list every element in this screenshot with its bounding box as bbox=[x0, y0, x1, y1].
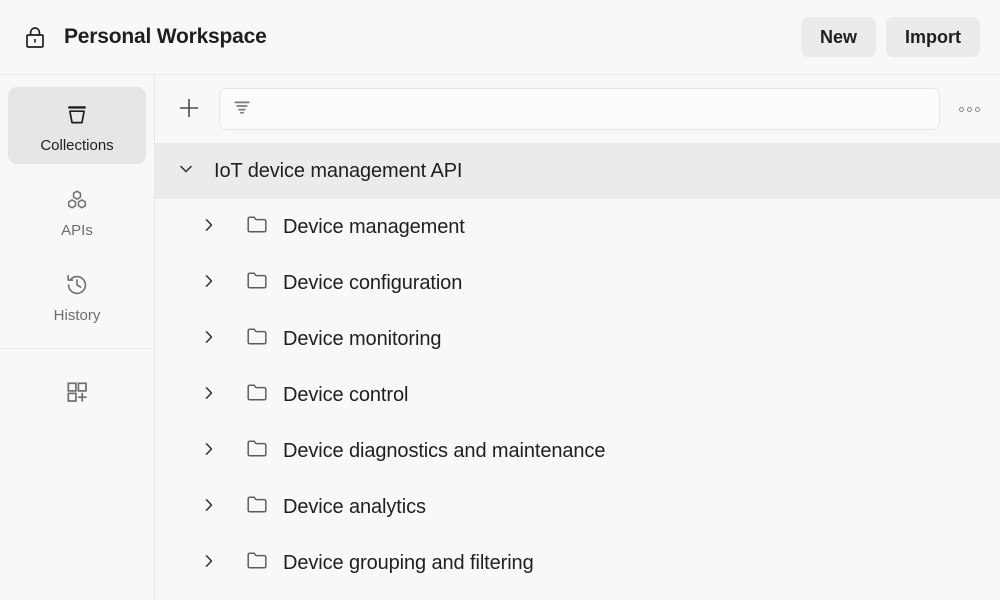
history-icon bbox=[62, 270, 92, 300]
collection-name: IoT device management API bbox=[214, 160, 462, 183]
lock-icon bbox=[22, 24, 48, 50]
chevron-right-icon[interactable] bbox=[199, 271, 219, 296]
primary-sidebar: Collections APIs bbox=[0, 75, 155, 600]
more-dot bbox=[967, 107, 972, 112]
sidebar-item-apis[interactable]: APIs bbox=[8, 172, 146, 249]
collections-panel: IoT device management API Device managem… bbox=[155, 75, 1000, 600]
folder-icon bbox=[245, 436, 270, 466]
chevron-right-icon[interactable] bbox=[199, 495, 219, 520]
workspace-header: Personal Workspace New Import bbox=[0, 0, 1000, 75]
folder-icon bbox=[245, 212, 270, 242]
sidebar-item-new-grid[interactable] bbox=[0, 349, 154, 412]
folder-row-device-management[interactable]: Device management bbox=[155, 199, 1000, 255]
new-button[interactable]: New bbox=[801, 17, 876, 57]
folder-name: Device monitoring bbox=[283, 328, 441, 351]
chevron-right-icon[interactable] bbox=[199, 383, 219, 408]
folder-icon bbox=[245, 548, 270, 578]
folder-row-device-analytics[interactable]: Device analytics bbox=[155, 479, 1000, 535]
folder-name: Device configuration bbox=[283, 272, 462, 295]
apis-icon bbox=[62, 185, 92, 215]
filter-icon bbox=[232, 97, 252, 122]
folder-icon bbox=[245, 268, 270, 298]
chevron-down-icon[interactable] bbox=[175, 158, 197, 185]
collections-tree: IoT device management API Device managem… bbox=[155, 143, 1000, 600]
sidebar-item-collections-label: Collections bbox=[40, 138, 113, 153]
header-left-group: Personal Workspace bbox=[22, 24, 267, 50]
folder-row-device-configuration[interactable]: Device configuration bbox=[155, 255, 1000, 311]
app-root: Personal Workspace New Import Collection… bbox=[0, 0, 1000, 600]
folder-name: Device management bbox=[283, 216, 465, 239]
header-actions: New Import bbox=[801, 17, 980, 57]
more-options-button[interactable] bbox=[952, 92, 986, 126]
folder-icon bbox=[245, 380, 270, 410]
folder-name: Device grouping and filtering bbox=[283, 552, 534, 575]
more-horizontal-icon bbox=[959, 107, 964, 112]
folder-row-device-control[interactable]: Device control bbox=[155, 367, 1000, 423]
page-title: Personal Workspace bbox=[64, 25, 267, 49]
new-grid-icon bbox=[62, 377, 92, 412]
import-button[interactable]: Import bbox=[886, 17, 980, 57]
folder-name: Device diagnostics and maintenance bbox=[283, 440, 605, 463]
sidebar-item-history-label: History bbox=[54, 308, 101, 323]
chevron-right-icon[interactable] bbox=[199, 551, 219, 576]
collections-toolbar bbox=[155, 75, 1000, 143]
sidebar-item-apis-label: APIs bbox=[61, 223, 93, 238]
sidebar-item-history[interactable]: History bbox=[8, 257, 146, 334]
folder-row-device-grouping-and-filtering[interactable]: Device grouping and filtering bbox=[155, 535, 1000, 591]
plus-icon bbox=[176, 95, 202, 124]
collections-icon bbox=[62, 100, 92, 130]
collection-row-iot-device-management-api[interactable]: IoT device management API bbox=[155, 143, 1000, 199]
folder-icon bbox=[245, 324, 270, 354]
chevron-right-icon[interactable] bbox=[199, 215, 219, 240]
add-new-button[interactable] bbox=[171, 91, 207, 127]
sidebar-item-collections[interactable]: Collections bbox=[8, 87, 146, 164]
folder-row-device-diagnostics-and-maintenance[interactable]: Device diagnostics and maintenance bbox=[155, 423, 1000, 479]
search-filter-bar[interactable] bbox=[219, 88, 940, 130]
folder-row-device-monitoring[interactable]: Device monitoring bbox=[155, 311, 1000, 367]
chevron-right-icon[interactable] bbox=[199, 327, 219, 352]
app-body: Collections APIs bbox=[0, 75, 1000, 600]
chevron-right-icon[interactable] bbox=[199, 439, 219, 464]
more-dot bbox=[975, 107, 980, 112]
folder-name: Device analytics bbox=[283, 496, 426, 519]
folder-icon bbox=[245, 492, 270, 522]
folder-name: Device control bbox=[283, 384, 408, 407]
search-input[interactable] bbox=[262, 101, 927, 118]
